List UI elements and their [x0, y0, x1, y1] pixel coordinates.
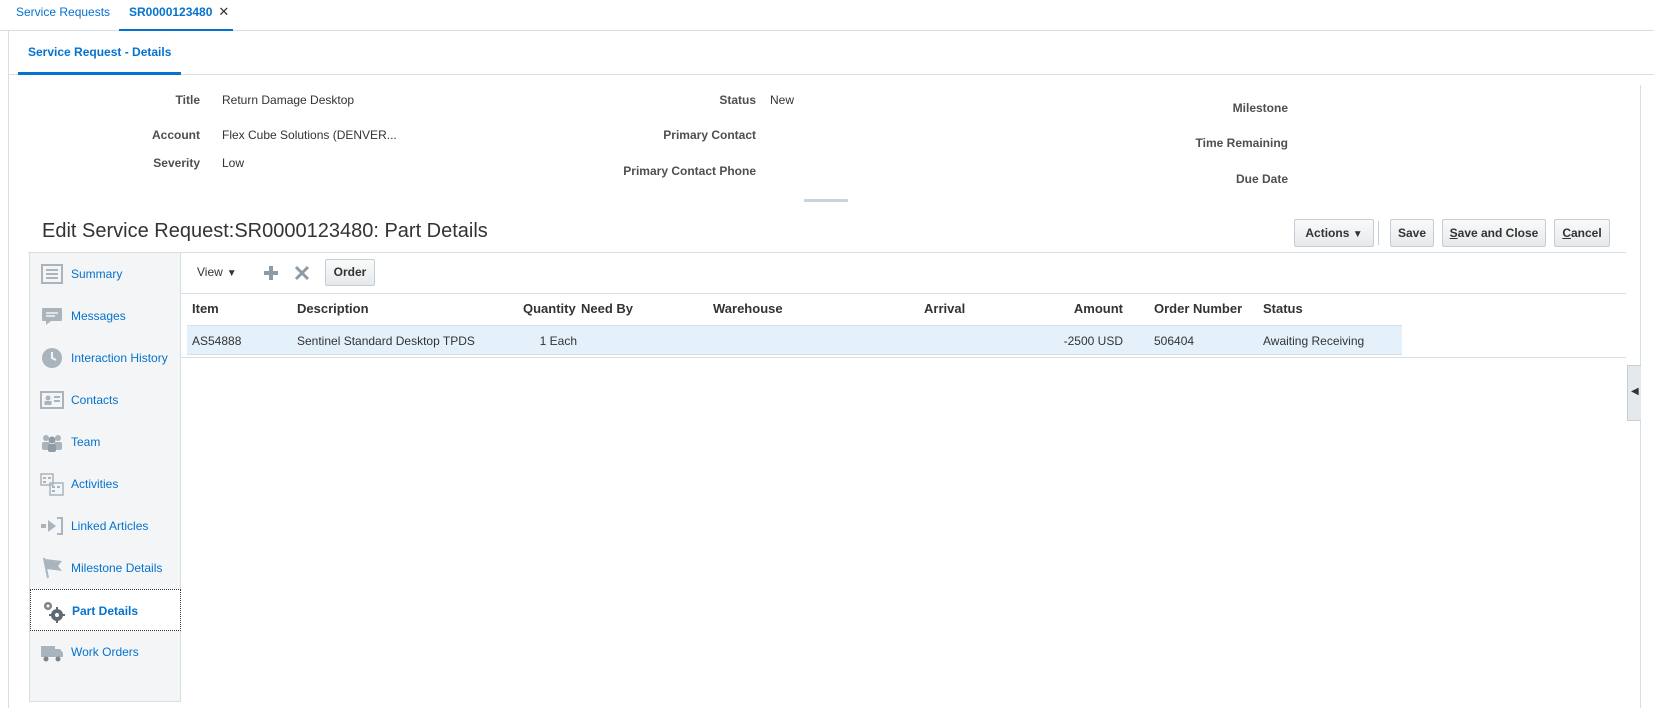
nav-item-interaction-history[interactable]: Interaction History: [30, 337, 181, 379]
linked-articles-icon: [41, 517, 63, 535]
nav-label: Summary: [71, 267, 123, 281]
due-date-label: Due Date: [1235, 172, 1288, 186]
nav-label: Part Details: [72, 604, 139, 618]
nav-label: Activities: [71, 477, 119, 491]
nav-item-activities[interactable]: Activities: [30, 463, 181, 505]
nav-label: Team: [71, 435, 101, 449]
severity-value: Low: [222, 156, 245, 170]
tab-current-sr-label: SR0000123480: [129, 5, 213, 19]
table-bottom-rule: [181, 357, 1626, 358]
status-label: Status: [719, 93, 756, 107]
nav-item-messages[interactable]: Messages: [30, 295, 181, 337]
cancel-accesskey: C: [1562, 226, 1571, 240]
column-header-item[interactable]: Item: [192, 301, 219, 316]
page-title: Edit Service Request:SR0000123480: Part …: [42, 220, 488, 242]
nav-label: Messages: [71, 309, 126, 323]
left-navigation: Summary Messages Interaction History Con…: [29, 253, 181, 702]
nav-label: Linked Articles: [71, 519, 149, 533]
milestone-label: Milestone: [1232, 101, 1288, 115]
save-and-close-button[interactable]: Save and Close: [1442, 219, 1546, 247]
save-button[interactable]: Save: [1390, 219, 1434, 247]
toolbar-separator: [1378, 221, 1379, 245]
title-value: Return Damage Desktop: [222, 93, 355, 107]
nav-label: Interaction History: [71, 351, 168, 365]
actions-button-label: Actions: [1305, 226, 1350, 240]
nav-item-work-orders[interactable]: Work Orders: [30, 631, 181, 673]
title-label: Title: [175, 93, 200, 107]
chevron-down-icon: ▼: [226, 268, 237, 279]
time-remaining-label: Time Remaining: [1195, 136, 1288, 150]
top-tab-bar: Service Requests SR0000123480 ✕: [0, 0, 1654, 31]
cell-item: AS54888: [192, 334, 242, 348]
messages-icon: [42, 308, 62, 325]
column-header-need-by[interactable]: Need By: [581, 301, 633, 316]
column-header-warehouse[interactable]: Warehouse: [713, 301, 783, 316]
nav-item-part-details[interactable]: Part Details: [30, 589, 181, 631]
actions-button[interactable]: Actions ▼: [1294, 219, 1374, 247]
clock-icon: [42, 348, 62, 368]
contacts-icon: [40, 391, 64, 409]
account-label: Account: [152, 128, 200, 142]
activities-icon: [40, 473, 64, 496]
save-and-close-label: ave and Close: [1457, 226, 1539, 240]
nav-label: Contacts: [71, 393, 119, 407]
column-header-arrival[interactable]: Arrival: [924, 301, 965, 316]
column-header-order-number[interactable]: Order Number: [1154, 301, 1242, 316]
team-icon: [42, 435, 62, 452]
cancel-label: ancel: [1570, 226, 1602, 240]
flag-icon: [43, 557, 62, 579]
delete-icon[interactable]: [293, 264, 311, 282]
column-header-quantity[interactable]: Quantity: [523, 301, 576, 316]
nav-item-contacts[interactable]: Contacts: [30, 379, 181, 421]
nav-item-milestone-details[interactable]: Milestone Details: [30, 547, 181, 589]
nav-item-linked-articles[interactable]: Linked Articles: [30, 505, 181, 547]
primary-contact-label: Primary Contact: [663, 128, 756, 142]
summary-icon: [41, 264, 63, 284]
tab-current-sr[interactable]: SR0000123480 ✕: [119, 0, 233, 31]
column-header-status[interactable]: Status: [1263, 301, 1303, 316]
primary-contact-phone-label: Primary Contact Phone: [623, 164, 756, 178]
table-row[interactable]: AS54888 Sentinel Standard Desktop TPDS 1…: [187, 325, 1402, 355]
order-number-link[interactable]: 506404: [1154, 334, 1194, 348]
view-menu[interactable]: View ▼: [197, 265, 237, 279]
chevron-left-icon: ◀: [1631, 386, 1639, 397]
view-menu-label: View: [197, 265, 223, 279]
order-button[interactable]: Order: [325, 259, 375, 286]
nav-label: Work Orders: [71, 645, 139, 659]
tab-service-requests[interactable]: Service Requests: [16, 0, 110, 31]
close-icon[interactable]: ✕: [218, 4, 229, 19]
tab-service-request-details[interactable]: Service Request - Details: [18, 45, 182, 75]
nav-label: Milestone Details: [71, 561, 163, 575]
cell-quantity: 1 Each: [539, 334, 577, 348]
truck-icon: [41, 646, 63, 662]
cancel-button[interactable]: Cancel: [1554, 219, 1610, 247]
add-icon[interactable]: [262, 264, 280, 282]
save-and-close-accesskey: S: [1449, 226, 1458, 240]
cell-status: Awaiting Receiving: [1263, 334, 1365, 348]
nav-item-team[interactable]: Team: [30, 421, 181, 463]
sub-tab-bar: Service Request - Details: [8, 31, 1654, 75]
table-toolbar: View ▼ Order: [181, 253, 1626, 294]
column-header-amount[interactable]: Amount: [1041, 301, 1123, 316]
gears-icon: [44, 602, 65, 623]
severity-label: Severity: [153, 156, 200, 170]
collapse-panel-toggle[interactable]: ◀: [1627, 365, 1641, 421]
chevron-down-icon: ▼: [1352, 229, 1363, 240]
header-splitter-handle[interactable]: [804, 199, 848, 202]
status-value: New: [770, 93, 795, 107]
nav-item-summary[interactable]: Summary: [30, 253, 181, 295]
account-link[interactable]: Flex Cube Solutions (DENVER...: [222, 128, 397, 142]
cell-amount: -2500 USD: [1063, 334, 1123, 348]
cell-description: Sentinel Standard Desktop TPDS: [297, 334, 475, 348]
part-details-panel: View ▼ Order Item Description Quantity Ne…: [181, 253, 1626, 702]
column-header-description[interactable]: Description: [297, 301, 369, 316]
